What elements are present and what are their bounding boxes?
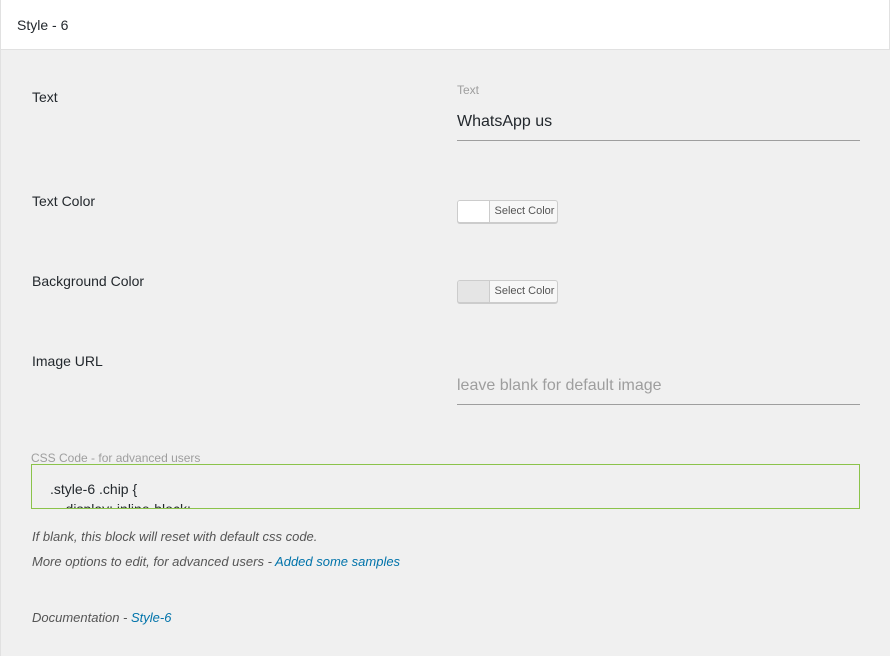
text-color-label: Text Color bbox=[32, 193, 96, 209]
background-color-swatch bbox=[458, 281, 490, 302]
text-color-button-label: Select Color bbox=[494, 205, 555, 217]
css-code-line: .style-6 .chip { bbox=[50, 481, 138, 497]
css-code-line: display: inline-block; bbox=[50, 501, 191, 509]
background-color-label: Background Color bbox=[32, 273, 145, 289]
panel-header: Style - 6 bbox=[0, 0, 890, 50]
text-color-swatch bbox=[458, 201, 490, 222]
page-title: Style - 6 bbox=[17, 17, 69, 33]
text-color-select-button[interactable]: Select Color bbox=[457, 200, 558, 223]
image-url-input[interactable] bbox=[457, 368, 860, 405]
image-url-label: Image URL bbox=[32, 353, 103, 369]
text-label: Text bbox=[32, 89, 58, 105]
documentation-text: Documentation - bbox=[32, 610, 131, 625]
reset-note: If blank, this block will reset with def… bbox=[32, 529, 318, 544]
css-code-caption: CSS Code - for advanced users bbox=[31, 451, 201, 465]
text-field-caption: Text bbox=[457, 83, 480, 97]
text-input[interactable] bbox=[457, 104, 860, 141]
more-options-text: More options to edit, for advanced users… bbox=[32, 554, 276, 569]
samples-link[interactable]: Added some samples bbox=[275, 554, 400, 569]
documentation-note: Documentation - Style-6 bbox=[32, 610, 171, 625]
background-color-select-button[interactable]: Select Color bbox=[457, 280, 558, 303]
more-options-note: More options to edit, for advanced users… bbox=[32, 554, 400, 569]
background-color-button-label: Select Color bbox=[494, 285, 555, 297]
css-code-textarea[interactable]: .style-6 .chip { display: inline-block; bbox=[31, 464, 860, 509]
panel-border bbox=[0, 49, 1, 656]
documentation-link[interactable]: Style-6 bbox=[131, 610, 171, 625]
